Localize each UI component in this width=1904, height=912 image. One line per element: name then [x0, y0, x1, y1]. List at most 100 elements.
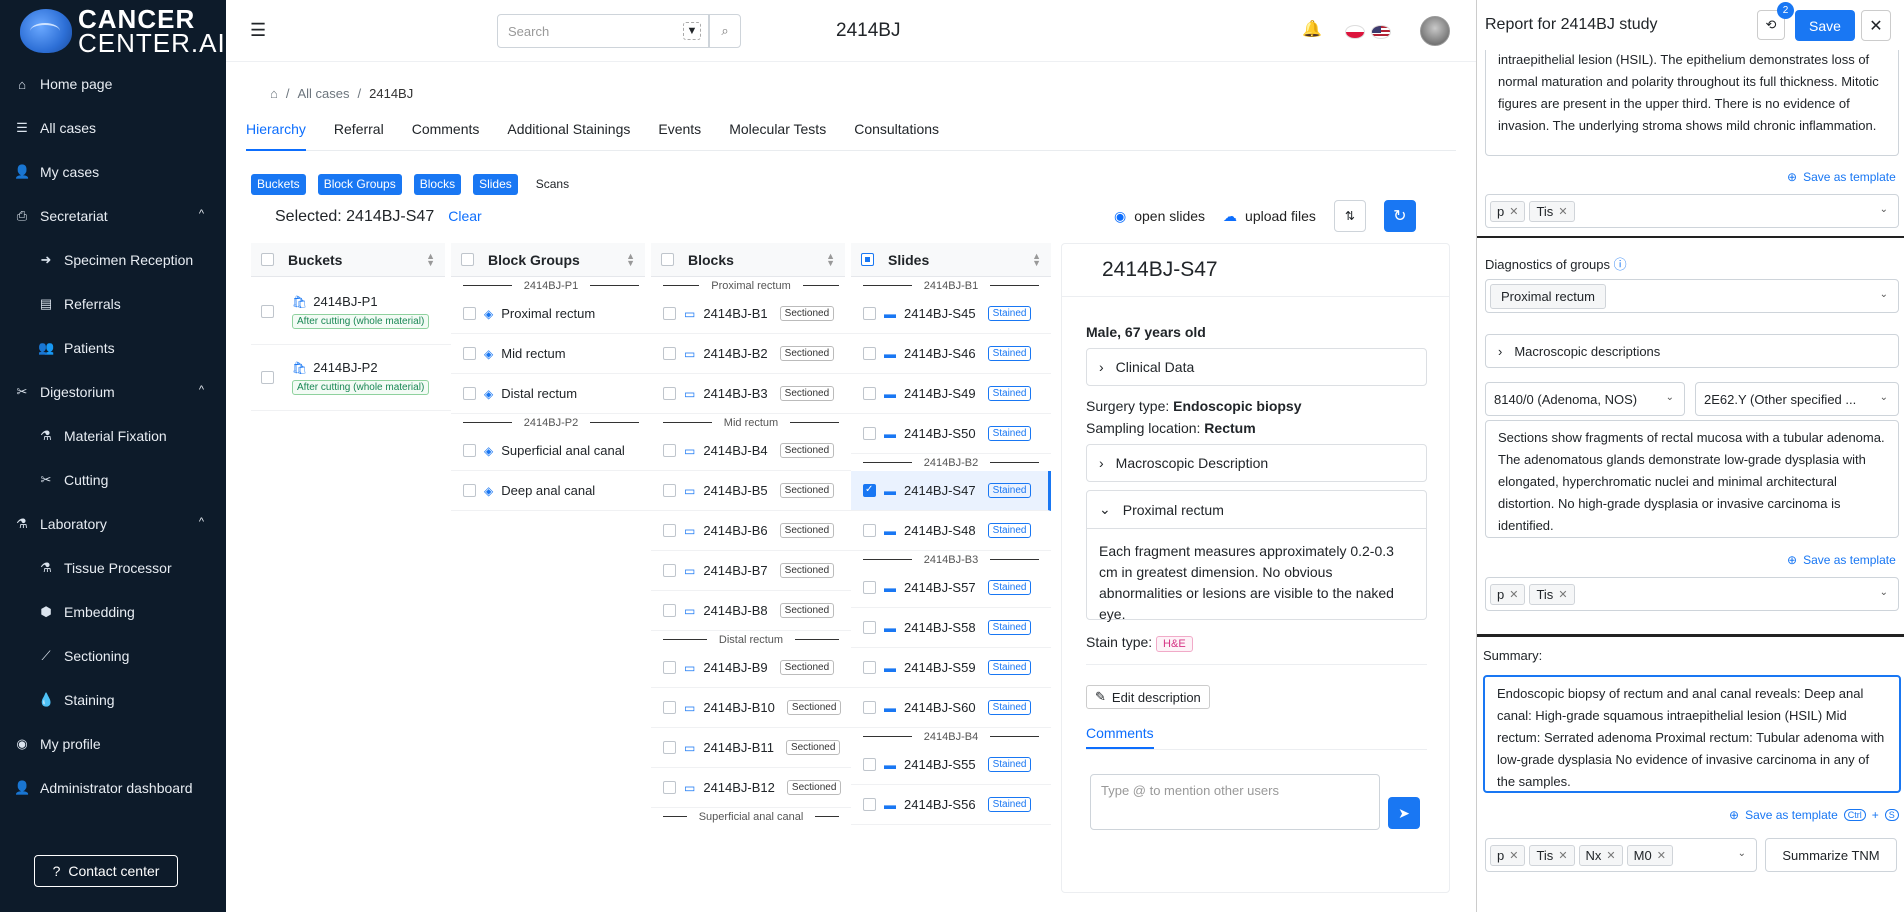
row-checkbox[interactable]: [863, 427, 876, 440]
tag[interactable]: Tis ✕: [1529, 844, 1575, 866]
row-checkbox[interactable]: [663, 741, 676, 754]
remove-tag-icon[interactable]: ✕: [1606, 849, 1615, 862]
tnm-select[interactable]: p ✕ Tis ✕ ⌄: [1485, 194, 1899, 228]
list-item[interactable]: ▬ 2414BJ-S48 Stained: [851, 511, 1051, 551]
remove-tag-icon[interactable]: ✕: [1509, 588, 1518, 601]
tab-hierarchy[interactable]: Hierarchy: [246, 117, 306, 151]
edit-description-button[interactable]: ✎ Edit description: [1086, 685, 1210, 709]
bucket-row[interactable]: 🛍 2414BJ-P1 After cutting (whole material): [251, 279, 451, 345]
list-item[interactable]: ◈ Mid rectum: [451, 334, 651, 374]
row-checkbox[interactable]: [663, 661, 676, 674]
tab-comments[interactable]: Comments: [412, 117, 480, 150]
summary-text-area[interactable]: Endoscopic biopsy of rectum and anal can…: [1483, 675, 1901, 793]
row-checkbox[interactable]: [463, 347, 476, 360]
list-item[interactable]: ▬ 2414BJ-S60 Stained: [851, 688, 1051, 728]
list-item[interactable]: ▬ 2414BJ-S59 Stained: [851, 648, 1051, 688]
chip-slides[interactable]: Slides: [473, 174, 518, 195]
list-item[interactable]: ▭ 2414BJ-B8 Sectioned: [651, 591, 851, 631]
row-checkbox[interactable]: [863, 621, 876, 634]
group-select[interactable]: Proximal rectum ⌄: [1485, 279, 1899, 313]
row-checkbox[interactable]: [261, 305, 274, 318]
list-item[interactable]: ▬ 2414BJ-S46 Stained: [851, 334, 1051, 374]
save-template-link[interactable]: ⊕ Save as template: [1787, 553, 1896, 567]
sidebar-item[interactable]: ➜ Specimen Reception: [0, 238, 226, 282]
filter-icon[interactable]: ▼: [683, 22, 701, 40]
chip-buckets[interactable]: Buckets: [251, 174, 306, 195]
list-item[interactable]: ▬ 2414BJ-S58 Stained: [851, 608, 1051, 648]
sidebar-item[interactable]: 👤 Administrator dashboard: [0, 766, 226, 810]
bell-icon[interactable]: 🔔: [1302, 19, 1322, 39]
row-checkbox[interactable]: [863, 661, 876, 674]
row-checkbox[interactable]: [663, 564, 676, 577]
list-item[interactable]: ◈ Distal rectum: [451, 374, 651, 414]
remove-tag-icon[interactable]: ✕: [1657, 849, 1666, 862]
sidebar-item[interactable]: ☰ All cases: [0, 106, 226, 150]
sidebar-item[interactable]: ⚗ Tissue Processor: [0, 546, 226, 590]
tag[interactable]: Nx ✕: [1578, 844, 1623, 866]
tab-comments-panel[interactable]: Comments: [1086, 725, 1154, 749]
list-item[interactable]: ◈ Deep anal canal: [451, 471, 651, 511]
remove-tag-icon[interactable]: ✕: [1509, 205, 1518, 218]
menu-toggle-icon[interactable]: ☰: [250, 20, 268, 41]
sidebar-item[interactable]: ⎙ Secretariat ^: [0, 194, 226, 238]
tab-consultations[interactable]: Consultations: [854, 117, 939, 150]
list-item[interactable]: ▭ 2414BJ-B7 Sectioned: [651, 551, 851, 591]
save-template-link[interactable]: ⊕ Save as template: [1787, 170, 1896, 184]
row-checkbox[interactable]: [463, 387, 476, 400]
tab-referral[interactable]: Referral: [334, 117, 384, 150]
refresh-icon[interactable]: ↻: [1383, 200, 1416, 232]
macro-descriptions-accordion[interactable]: › Macroscopic descriptions: [1485, 334, 1899, 368]
select-all-groups-checkbox[interactable]: [461, 253, 474, 266]
list-item[interactable]: ▭ 2414BJ-B2 Sectioned: [651, 334, 851, 374]
tab-events[interactable]: Events: [658, 117, 701, 150]
logo[interactable]: CANCER CENTER.AI: [0, 0, 226, 62]
list-item[interactable]: ▭ 2414BJ-B11 Sectioned: [651, 728, 851, 768]
list-item[interactable]: ▬ 2414BJ-S55 Stained: [851, 745, 1051, 785]
remove-tag-icon[interactable]: ✕: [1509, 849, 1518, 862]
tnm-select[interactable]: p ✕ Tis ✕ ⌄: [1485, 577, 1899, 611]
select-all-blocks-checkbox[interactable]: [661, 253, 674, 266]
tag[interactable]: Tis ✕: [1529, 583, 1575, 605]
remove-tag-icon[interactable]: ✕: [1558, 588, 1567, 601]
bucket-row[interactable]: 🛍 2414BJ-P2 After cutting (whole material): [251, 345, 451, 411]
tnm-summary-select[interactable]: p ✕ Tis ✕ Nx ✕ M0 ✕ ⌄: [1485, 838, 1757, 872]
select-all-buckets-checkbox[interactable]: [261, 253, 274, 266]
group-diagnosis-text-area[interactable]: Sections show fragments of rectal mucosa…: [1485, 420, 1899, 538]
list-item[interactable]: ▭ 2414BJ-B9 Sectioned: [651, 648, 851, 688]
tag[interactable]: p ✕: [1490, 844, 1526, 866]
list-item[interactable]: ▭ 2414BJ-B1 Sectioned: [651, 294, 851, 334]
open-slides-button[interactable]: ◉ open slides: [1114, 208, 1205, 225]
summarize-tnm-button[interactable]: Summarize TNM: [1765, 838, 1897, 872]
row-checkbox[interactable]: [863, 524, 876, 537]
chevron-up-icon[interactable]: ^: [199, 208, 204, 220]
chevron-up-icon[interactable]: ^: [199, 384, 204, 396]
row-checkbox[interactable]: [863, 701, 876, 714]
list-item[interactable]: ▭ 2414BJ-B10 Sectioned: [651, 688, 851, 728]
sidebar-item[interactable]: ▤ Referrals: [0, 282, 226, 326]
breadcrumb-all-cases[interactable]: All cases: [297, 86, 349, 101]
sidebar-item[interactable]: 👤 My cases: [0, 150, 226, 194]
sidebar-item[interactable]: ⚗ Laboratory ^: [0, 502, 226, 546]
tab-additional-stainings[interactable]: Additional Stainings: [507, 117, 630, 150]
row-checkbox[interactable]: [663, 524, 676, 537]
sidebar-item[interactable]: ✂ Digestorium ^: [0, 370, 226, 414]
sidebar-item[interactable]: ◉ My profile: [0, 722, 226, 766]
tag[interactable]: p ✕: [1490, 583, 1526, 605]
save-button[interactable]: Save: [1795, 10, 1855, 41]
clear-link[interactable]: Clear: [448, 208, 481, 224]
sidebar-item[interactable]: ⟋ Sectioning: [0, 634, 226, 678]
list-item[interactable]: ▬ 2414BJ-S47 Stained: [851, 471, 1051, 511]
sort-icon[interactable]: ▲ ▼: [1032, 251, 1041, 267]
save-template-link[interactable]: ⊕ Save as template Ctrl + S: [1729, 808, 1899, 822]
upload-files-button[interactable]: ☁ upload files: [1223, 208, 1316, 225]
row-checkbox[interactable]: [663, 484, 676, 497]
sidebar-item[interactable]: ⬢ Embedding: [0, 590, 226, 634]
sort-icon[interactable]: ▲ ▼: [426, 251, 435, 267]
list-item[interactable]: ▭ 2414BJ-B12 Sectioned: [651, 768, 851, 808]
remove-tag-icon[interactable]: ✕: [1558, 849, 1567, 862]
sidebar-item[interactable]: 👥 Patients: [0, 326, 226, 370]
send-icon[interactable]: ➤: [1388, 797, 1420, 829]
comment-input[interactable]: Type @ to mention other users: [1090, 774, 1380, 830]
row-checkbox[interactable]: [863, 581, 876, 594]
chip-scans[interactable]: Scans: [530, 174, 575, 195]
